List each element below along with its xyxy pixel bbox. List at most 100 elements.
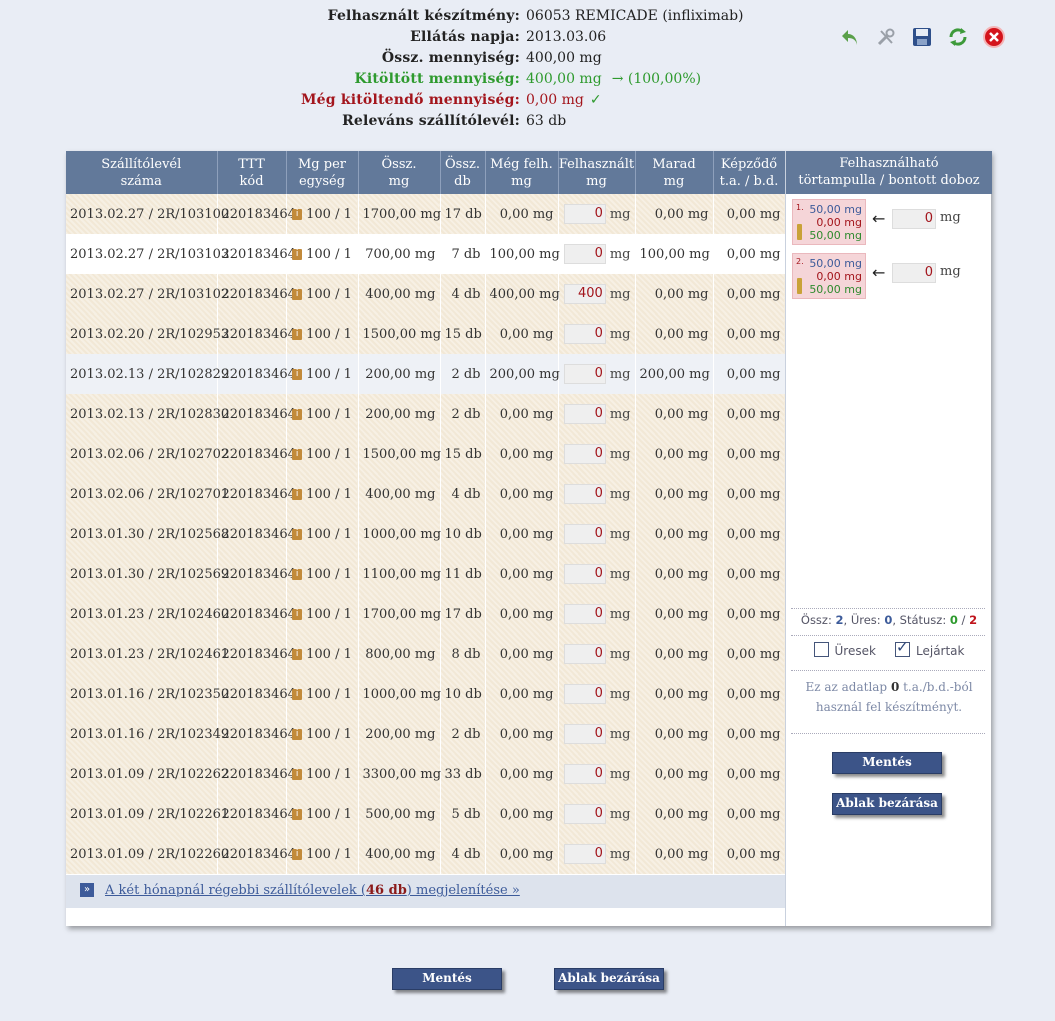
- info-icon[interactable]: i: [292, 768, 303, 780]
- info-icon[interactable]: i: [292, 368, 303, 380]
- info-icon[interactable]: i: [292, 448, 303, 460]
- info-icon[interactable]: i: [292, 688, 303, 700]
- remaining-mg-cell: 200,00 mg: [485, 354, 560, 394]
- undo-icon[interactable]: [836, 24, 864, 50]
- used-mg-input[interactable]: 0: [563, 404, 606, 424]
- table-row: 2013.02.27 / 2R/103100 220183464 i 100 / 11…: [66, 194, 786, 234]
- total-db-cell: 4 db: [440, 474, 486, 514]
- info-icon[interactable]: i: [292, 728, 303, 740]
- left-mg-cell: 0,00 mg: [635, 754, 714, 794]
- left-mg-cell: 0,00 mg: [635, 514, 714, 554]
- ampoule-item: 2. 50,00 mg 0,00 mg 50,00 mg ← 0 mg: [792, 253, 987, 301]
- left-mg-cell: 0,00 mg: [635, 794, 714, 834]
- used-mg-input[interactable]: 0: [563, 484, 606, 504]
- total-label: Össz. mennyiség:: [381, 50, 520, 66]
- total-db-cell: 11 db: [440, 554, 486, 594]
- table-row: 2013.02.06 / 2R/102702 220183464 i 100 / 11…: [66, 434, 786, 474]
- column-header-total-mg: Össz. mg: [358, 151, 441, 194]
- table-row: 2013.02.06 / 2R/102701 220183464 i 100 / 14…: [66, 474, 786, 514]
- used-mg-input[interactable]: 0: [563, 844, 606, 864]
- info-icon[interactable]: i: [292, 288, 303, 300]
- mg-per-unit-cell: i 100 / 1: [286, 194, 359, 234]
- used-mg-input[interactable]: 0: [563, 324, 606, 344]
- formed-cell: 0,00 mg: [713, 554, 786, 594]
- table-row: 2013.01.23 / 2R/102460 220183464 i 100 / 11…: [66, 594, 786, 634]
- used-mg-input[interactable]: 0: [563, 724, 606, 744]
- refresh-icon[interactable]: [944, 24, 972, 50]
- remaining-mg-cell: 0,00 mg: [485, 394, 559, 434]
- close-icon[interactable]: [980, 24, 1008, 50]
- used-mg-input[interactable]: 0: [563, 804, 606, 824]
- side-close-window-button[interactable]: Ablak bezárása: [832, 793, 942, 815]
- info-icon[interactable]: i: [292, 608, 303, 620]
- empty-checkbox[interactable]: Üresek: [813, 642, 876, 658]
- mg-per-unit-cell: i 100 / 1: [286, 754, 359, 794]
- used-mg-cell: 0 mg: [558, 514, 636, 554]
- tools-icon[interactable]: [872, 24, 900, 50]
- summary-remaining-row: Még kitöltendő mennyiség: 0,00 mg ✓: [0, 90, 1055, 111]
- info-icon[interactable]: i: [292, 568, 303, 580]
- info-icon[interactable]: i: [292, 408, 303, 420]
- formed-cell: 0,00 mg: [713, 674, 786, 714]
- info-icon[interactable]: i: [292, 848, 303, 860]
- total-mg-cell: 400,00 mg: [358, 834, 441, 874]
- ampoule-mg-input[interactable]: 0: [892, 209, 936, 229]
- side-save-button[interactable]: Mentés: [832, 752, 942, 774]
- used-mg-input[interactable]: 0: [563, 204, 606, 224]
- waybill-cell: 2013.02.13 / 2R/102830: [66, 394, 229, 434]
- info-icon[interactable]: i: [292, 328, 303, 340]
- info-icon[interactable]: i: [292, 648, 303, 660]
- left-mg-cell: 0,00 mg: [635, 714, 714, 754]
- left-mg-cell: 0,00 mg: [635, 394, 714, 434]
- save-button[interactable]: Mentés: [392, 968, 502, 990]
- table-row: 2013.02.13 / 2R/102829 220183464 i 100 / 12…: [66, 354, 786, 394]
- formed-cell: 0,00 mg: [713, 834, 786, 874]
- total-value: 400,00 mg: [526, 50, 602, 66]
- waybill-cell: 2013.01.09 / 2R/102260: [66, 834, 229, 874]
- ttt-cell: 220183464: [217, 354, 296, 394]
- used-mg-input[interactable]: 0: [563, 604, 606, 624]
- expired-checkbox[interactable]: Lejártak: [895, 638, 965, 658]
- used-mg-input[interactable]: 0: [563, 564, 606, 584]
- double-chevron-icon[interactable]: »: [80, 883, 94, 897]
- used-mg-input[interactable]: 0: [563, 244, 606, 264]
- column-header-waybill: Szállítólevél száma: [66, 151, 218, 194]
- info-icon[interactable]: i: [292, 208, 303, 220]
- info-icon[interactable]: i: [292, 528, 303, 540]
- waybill-cell: 2013.01.23 / 2R/102460: [66, 594, 229, 634]
- used-mg-cell: 0 mg: [558, 754, 636, 794]
- info-icon[interactable]: i: [292, 248, 303, 260]
- separator: [791, 608, 985, 609]
- ttt-cell: 220183464: [217, 794, 296, 834]
- ampoule-card: 1. 50,00 mg 0,00 mg 50,00 mg: [792, 199, 866, 245]
- used-mg-input[interactable]: 0: [563, 764, 606, 784]
- ttt-cell: 220183464: [217, 714, 296, 754]
- date-value: 2013.03.06: [526, 29, 607, 45]
- used-mg-input[interactable]: 0: [563, 684, 606, 704]
- mg-per-unit-cell: i 100 / 1: [286, 354, 359, 394]
- total-mg-cell: 1700,00 mg: [358, 194, 441, 234]
- used-mg-input[interactable]: 0: [563, 524, 606, 544]
- ampoule-mg-input[interactable]: 0: [892, 263, 936, 283]
- remaining-mg-cell: 0,00 mg: [485, 194, 559, 234]
- ttt-cell: 220183464: [217, 434, 296, 474]
- info-icon[interactable]: i: [292, 808, 303, 820]
- vial-icon: [797, 224, 802, 240]
- close-window-button[interactable]: Ablak bezárása: [554, 968, 664, 990]
- used-mg-input[interactable]: 0: [563, 444, 606, 464]
- remaining-mg-cell: 0,00 mg: [485, 514, 559, 554]
- total-db-cell: 5 db: [440, 794, 486, 834]
- info-icon[interactable]: i: [292, 488, 303, 500]
- remaining-mg-cell: 0,00 mg: [485, 434, 559, 474]
- used-mg-input[interactable]: 400: [563, 284, 606, 304]
- remaining-mg-cell: 400,00 mg: [485, 274, 560, 314]
- used-mg-input[interactable]: 0: [563, 364, 606, 384]
- older-waybills-link[interactable]: A két hónapnál régebbi szállítólevelek (…: [105, 883, 520, 898]
- save-icon[interactable]: [908, 24, 936, 50]
- summary-total-row: Össz. mennyiség: 400,00 mg: [0, 48, 1055, 69]
- used-mg-cell: 0 mg: [558, 474, 636, 514]
- used-mg-input[interactable]: 0: [563, 644, 606, 664]
- waybill-cell: 2013.01.09 / 2R/102261: [66, 794, 229, 834]
- toolbar: [836, 24, 1008, 50]
- total-mg-cell: 3300,00 mg: [358, 754, 441, 794]
